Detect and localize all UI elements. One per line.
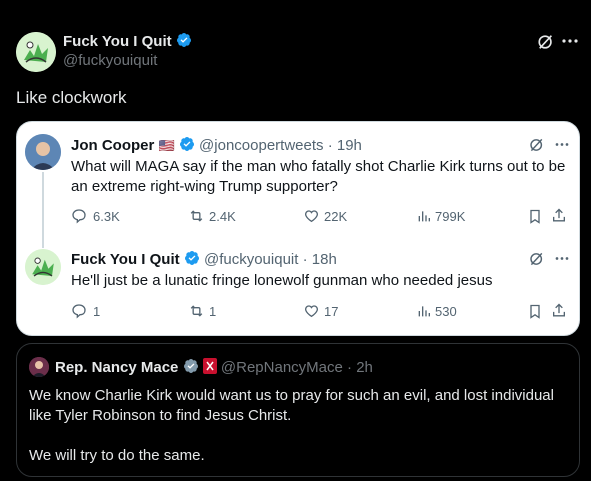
display-name: Rep. Nancy Mace bbox=[55, 359, 179, 376]
repost-icon bbox=[190, 210, 203, 222]
more-icon bbox=[555, 257, 569, 260]
more-icon[interactable] bbox=[562, 38, 578, 44]
like-icon bbox=[305, 305, 318, 318]
quoted-tweet[interactable]: Rep. Nancy Mace @RepNancyMace · 2h We kn… bbox=[16, 343, 580, 477]
more-icon bbox=[555, 143, 569, 146]
bookmark-icon bbox=[530, 209, 540, 224]
display-name: Jon Cooper bbox=[71, 137, 155, 154]
share-icon bbox=[553, 303, 565, 317]
action-bar: 6.3K 2.4K 22K 799K bbox=[71, 207, 571, 227]
share-icon bbox=[553, 208, 565, 222]
timestamp: · 2h bbox=[347, 359, 373, 376]
tweet-text: What will MAGA say if the man who fatall… bbox=[71, 158, 566, 195]
reply-icon bbox=[72, 304, 86, 319]
handle: @joncoopertweets bbox=[199, 137, 324, 154]
reply-count: 6.3K bbox=[93, 209, 120, 224]
like-icon bbox=[305, 210, 318, 223]
congress-seal-icon bbox=[202, 358, 217, 374]
reply-icon bbox=[72, 209, 86, 224]
repost-count: 2.4K bbox=[209, 209, 236, 224]
avatar bbox=[29, 357, 49, 377]
repost-count: 1 bbox=[209, 304, 217, 319]
verified-badge-icon bbox=[179, 137, 194, 151]
thread-line bbox=[42, 172, 44, 248]
bookmark-icon bbox=[530, 304, 540, 319]
like-count: 17 bbox=[324, 304, 339, 319]
avatar bbox=[25, 134, 61, 170]
views-count: 799K bbox=[435, 209, 466, 224]
grok-icon bbox=[530, 252, 543, 266]
display-name: Fuck You I Quit bbox=[71, 251, 180, 268]
tweet-text: He'll just be a lunatic fringe lonewolf … bbox=[71, 272, 493, 289]
action-bar: 1 1 17 530 bbox=[71, 302, 571, 322]
quote-text: We know Charlie Kirk would want us to pr… bbox=[29, 387, 554, 424]
quote-text: We will try to do the same. bbox=[29, 447, 205, 464]
verified-gray-badge-icon bbox=[183, 359, 198, 373]
display-name-text[interactable]: Fuck You I Quit bbox=[63, 33, 172, 50]
embedded-image-card[interactable]: Jon Cooper 🇺🇸 @joncoopertweets · 19h Wha… bbox=[16, 121, 580, 336]
tweet-text: Like clockwork bbox=[16, 88, 127, 107]
display-name[interactable]: Fuck You I Quit bbox=[63, 32, 192, 50]
reply-count: 1 bbox=[93, 304, 101, 319]
avatar bbox=[25, 249, 61, 285]
repost-icon bbox=[190, 305, 203, 317]
views-icon bbox=[418, 211, 430, 222]
tweet-header: Jon Cooper 🇺🇸 @joncoopertweets · 19h bbox=[71, 136, 362, 154]
avatar[interactable] bbox=[16, 32, 56, 72]
timestamp: · 18h bbox=[302, 251, 337, 268]
handle: @fuckyouiquit bbox=[203, 251, 299, 268]
quote-header: Rep. Nancy Mace @RepNancyMace · 2h bbox=[55, 358, 373, 376]
verified-badge-icon bbox=[176, 33, 191, 47]
grok-icon[interactable] bbox=[537, 33, 555, 51]
like-count: 22K bbox=[324, 209, 348, 224]
views-icon bbox=[418, 306, 430, 317]
grok-icon bbox=[530, 138, 543, 152]
tweet-header: Fuck You I Quit @fuckyouiquit · 18h bbox=[71, 250, 337, 268]
flag-icon: 🇺🇸 bbox=[158, 138, 175, 153]
views-count: 530 bbox=[435, 304, 457, 319]
timestamp: · 19h bbox=[327, 137, 362, 154]
handle: @RepNancyMace bbox=[220, 359, 343, 376]
verified-badge-icon bbox=[184, 251, 199, 265]
handle[interactable]: @fuckyouiquit bbox=[63, 52, 157, 69]
